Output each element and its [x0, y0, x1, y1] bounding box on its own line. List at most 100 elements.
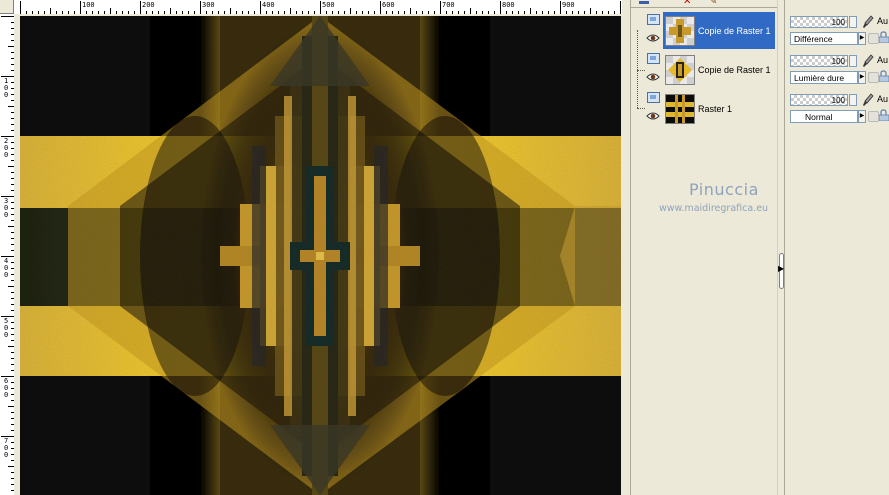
ruler-label: 600 — [4, 377, 9, 399]
edit-brush-icon[interactable] — [862, 54, 874, 68]
ruler-tick — [560, 1, 561, 14]
layer-name: Copie de Raster 1 — [698, 65, 771, 75]
ruler-label: 500 — [4, 317, 9, 339]
edit-brush-icon[interactable] — [862, 93, 874, 107]
auto-label: Au — [877, 94, 889, 104]
ruler-tick — [1, 256, 14, 257]
layer-thumbnail — [665, 94, 695, 124]
layer-name: Copie de Raster 1 — [698, 26, 771, 36]
delete-icon[interactable]: ✕ — [683, 0, 691, 7]
tree-connector — [637, 30, 638, 108]
auto-label: Au — [877, 55, 889, 65]
layers-palette: ▬ ✕ ✎ Copie de Raster 1 Copie de Raster … — [630, 0, 783, 495]
ruler-tick — [1, 196, 14, 197]
opacity-field[interactable]: 100 — [790, 55, 848, 67]
ruler-tick — [1, 136, 14, 137]
layer-name-box[interactable]: Copie de Raster 1 — [663, 51, 775, 88]
ruler-tick — [1, 376, 14, 377]
layer-row[interactable]: Copie de Raster 1 — [643, 51, 775, 88]
layer-properties-row: 100 Au Normal ▶ — [788, 93, 889, 129]
lock-transparency-icon[interactable] — [868, 111, 879, 122]
ruler-tick — [440, 1, 441, 14]
watermark-title: Pinuccia — [689, 180, 759, 199]
ruler-tick — [200, 1, 201, 14]
layer-properties-row: 100 Au Différence ▶ — [788, 15, 889, 51]
ruler-label: 900 — [562, 1, 575, 9]
blend-mode-value: Différence — [794, 34, 833, 44]
blend-mode-dropdown-icon[interactable]: ▶ — [858, 32, 866, 45]
ruler-label: 600 — [382, 1, 395, 9]
blend-mode-value: Lumière dure — [794, 73, 845, 83]
raster-layer-icon — [647, 53, 660, 64]
layer-name-box[interactable]: Raster 1 — [663, 90, 775, 127]
edit-brush-icon[interactable] — [862, 15, 874, 29]
link-layer-icon[interactable] — [879, 31, 889, 43]
blend-mode-select[interactable]: Différence — [790, 32, 858, 45]
layer-row[interactable]: Raster 1 — [643, 90, 775, 127]
visibility-eye-icon[interactable] — [646, 33, 660, 43]
blend-mode-dropdown-icon[interactable]: ▶ — [858, 71, 866, 84]
artwork — [20, 16, 621, 495]
link-layer-icon[interactable] — [879, 70, 889, 82]
raster-layer-icon — [647, 92, 660, 103]
ruler-label: 400 — [262, 1, 275, 9]
ruler-label: 700 — [4, 437, 9, 459]
panel-splitter[interactable]: ▶ — [777, 0, 785, 495]
ruler-tick — [20, 1, 21, 14]
left-ruler[interactable]: 100 200 300 400 500 600 700 — [0, 14, 15, 495]
ruler-tick — [1, 76, 14, 77]
ruler-tick — [380, 1, 381, 14]
opacity-field[interactable]: 100 — [790, 16, 848, 28]
ruler-tick — [1, 436, 14, 437]
ruler-tick — [620, 1, 621, 14]
opacity-field[interactable]: 100 — [790, 94, 848, 106]
ruler-label: 400 — [4, 257, 9, 279]
layer-thumbnail — [665, 55, 695, 85]
ruler-tick — [1, 316, 14, 317]
ruler-label: 700 — [442, 1, 455, 9]
ruler-label: 200 — [142, 1, 155, 9]
layer-properties-row: 100 Au Lumière dure ▶ — [788, 54, 889, 90]
raster-layer-icon — [647, 14, 660, 25]
top-ruler[interactable]: 100 200 300 400 500 600 700 800 900 — [14, 0, 622, 15]
opacity-spinner[interactable] — [849, 16, 857, 28]
auto-label: Au — [877, 16, 889, 26]
layer-properties-panel: 100 Au Différence ▶ 100 Au Lumière dure — [786, 0, 889, 495]
image-canvas[interactable] — [20, 16, 621, 495]
ruler-label: 200 — [4, 137, 9, 159]
splitter-arrow-icon[interactable]: ▶ — [778, 265, 784, 273]
ruler-label: 500 — [322, 1, 335, 9]
ruler-corner — [0, 0, 14, 14]
brush-icon[interactable]: ✎ — [709, 0, 717, 7]
new-layer-icon[interactable]: ▬ — [639, 0, 649, 7]
opacity-value: 100 — [831, 57, 845, 66]
layer-row[interactable]: Copie de Raster 1 — [643, 12, 775, 49]
lock-transparency-icon[interactable] — [868, 72, 879, 83]
opacity-spinner[interactable] — [849, 94, 857, 106]
layer-name: Raster 1 — [698, 104, 733, 114]
link-layer-icon[interactable] — [879, 109, 889, 121]
blend-mode-select[interactable]: Normal — [790, 110, 858, 123]
opacity-value: 100 — [831, 18, 845, 27]
ruler-label: 800 — [502, 1, 515, 9]
layer-thumbnail — [665, 16, 695, 46]
ruler-tick — [80, 1, 81, 14]
visibility-eye-icon[interactable] — [646, 111, 660, 121]
visibility-eye-icon[interactable] — [646, 72, 660, 82]
blend-mode-dropdown-icon[interactable]: ▶ — [858, 110, 866, 123]
ruler-tick — [500, 1, 501, 14]
layer-name-box[interactable]: Copie de Raster 1 — [663, 12, 775, 49]
opacity-value: 100 — [831, 96, 845, 105]
ruler-label: 100 — [4, 77, 9, 99]
ruler-label: 100 — [82, 1, 95, 9]
ruler-tick — [140, 1, 141, 14]
watermark-url: www.maidiregrafica.eu — [659, 203, 769, 214]
ruler-tick — [1, 16, 14, 17]
ruler-tick — [320, 1, 321, 14]
ruler-label: 300 — [4, 197, 9, 219]
lock-transparency-icon[interactable] — [868, 33, 879, 44]
ruler-tick — [260, 1, 261, 14]
ruler-label: 300 — [202, 1, 215, 9]
opacity-spinner[interactable] — [849, 55, 857, 67]
blend-mode-select[interactable]: Lumière dure — [790, 71, 858, 84]
